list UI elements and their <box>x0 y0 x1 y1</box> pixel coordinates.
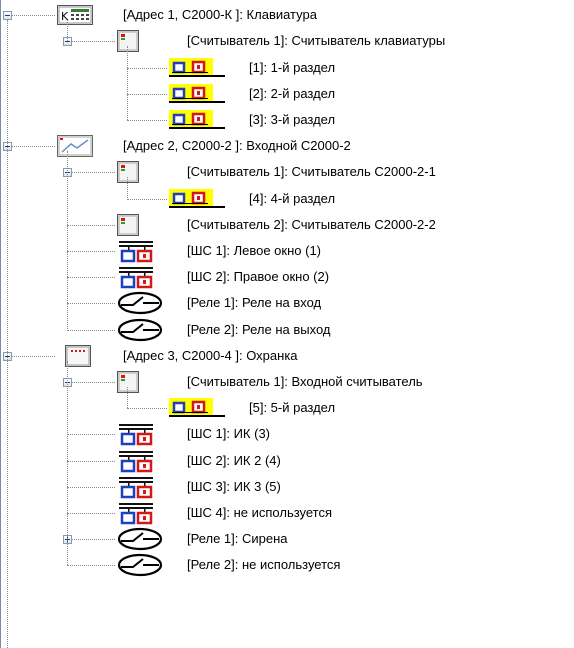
tree-node-label: [ШС 1]: ИК (3) <box>187 426 271 442</box>
c2000-2-device-icon <box>57 135 93 160</box>
tree-node-label: [ШС 1]: Левое окно (1) <box>187 242 322 258</box>
tree-node-label: [ШС 3]: ИК 3 (5) <box>187 478 281 494</box>
partition-icon <box>169 188 225 212</box>
tree-node-label: [4]: 4-й раздел <box>249 190 336 206</box>
tree-connector <box>67 277 115 279</box>
tree-connector <box>67 20 68 42</box>
tree-node-label: [ШС 2]: ИК 2 (4) <box>187 452 281 468</box>
tree-connector <box>127 67 167 69</box>
tree-node-label: [2]: 2-й раздел <box>249 85 336 101</box>
tree-node-label: [Реле 2]: Реле на выход <box>187 321 331 337</box>
tree-connector <box>127 408 167 410</box>
tree-node-label: [Считыватель 1]: Считыватель клавиатуры <box>187 33 446 49</box>
partition-icon <box>169 83 225 107</box>
tree-connector <box>67 565 115 567</box>
tree-connector <box>67 224 115 226</box>
relay-icon <box>117 318 163 345</box>
tree-connector <box>7 355 55 357</box>
tree-connector <box>67 250 115 252</box>
relay-icon <box>117 527 163 554</box>
tree-connector <box>127 119 167 121</box>
tree-connector <box>7 146 55 148</box>
tree-connector <box>67 512 115 514</box>
tree-node-label: [Считыватель 1]: Входной считыватель <box>187 373 423 389</box>
tree-connector <box>67 381 115 383</box>
tree-connector <box>127 198 167 200</box>
tree-node-label: [ШС 4]: не используется <box>187 504 333 520</box>
tree-node-label: [3]: 3-й раздел <box>249 111 336 127</box>
relay-icon <box>117 291 163 318</box>
tree-node-label: [1]: 1-й раздел <box>249 59 336 75</box>
zone-icon <box>117 422 155 449</box>
tree-node-label: [Считыватель 1]: Считыватель С2000-2-1 <box>187 164 436 180</box>
tree-connector <box>67 41 115 43</box>
tree-connector <box>67 329 115 331</box>
partition-icon <box>169 398 225 421</box>
tree-connector <box>7 20 8 648</box>
tree-connector <box>127 46 128 120</box>
tree-node-label: [Адрес 2, С2000-2 ]: Входной С2000-2 <box>123 138 351 154</box>
zone-icon <box>117 265 155 292</box>
zone-icon <box>117 449 155 476</box>
zone-icon <box>117 239 155 266</box>
partition-icon <box>169 109 225 133</box>
zone-icon <box>117 501 155 528</box>
tree-connector <box>67 486 115 488</box>
reader-icon <box>117 370 139 396</box>
c2000-4-device-icon <box>65 344 91 370</box>
tree-leaf[interactable] <box>1 0 574 26</box>
tree-connector <box>67 539 115 541</box>
partition-icon <box>169 57 225 81</box>
tree-connector <box>67 460 115 462</box>
tree-node-label: [Считыватель 2]: Считыватель С2000-2-2 <box>187 216 436 232</box>
reader-icon <box>117 30 139 55</box>
tree-node-label: [Реле 2]: не используется <box>187 557 341 573</box>
tree-node-label: [Реле 1]: Сирена <box>187 531 288 547</box>
zone-icon <box>117 475 155 502</box>
tree-connector <box>127 177 128 199</box>
tree-connector <box>67 172 115 174</box>
tree-connector <box>127 93 167 95</box>
device-tree[interactable]: K [Адрес 1, С2000-К ]: Клавиатура [Считыва… <box>0 0 574 648</box>
tree-connector <box>67 434 115 436</box>
tree-connector <box>67 360 68 566</box>
tree-connector <box>67 303 115 305</box>
tree-connector <box>127 386 128 409</box>
tree-node-label: [Реле 1]: Реле на вход <box>187 295 322 311</box>
tree-connector <box>67 151 68 330</box>
reader-icon <box>117 161 139 186</box>
tree-node-label: [Адрес 3, С2000-4 ]: Охранка <box>123 347 298 363</box>
reader-icon <box>117 213 139 239</box>
relay-icon <box>117 553 163 580</box>
tree-node-label: [5]: 5-й раздел <box>249 400 336 416</box>
tree-node-label: [ШС 2]: Правое окно (2) <box>187 269 330 285</box>
